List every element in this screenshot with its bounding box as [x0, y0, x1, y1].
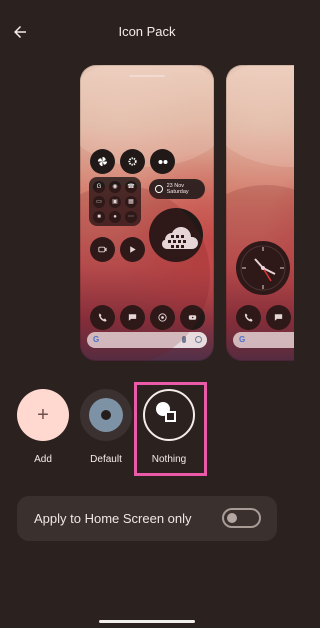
pack-add-label: Add: [34, 454, 52, 465]
date-widget: 23 Nov Saturday: [149, 179, 205, 199]
apply-home-only-toggle[interactable]: [222, 508, 261, 528]
plus-icon: +: [17, 389, 69, 441]
user-icon: ●: [109, 211, 121, 223]
tape-icon: [150, 149, 175, 174]
search-bar[interactable]: G: [87, 332, 207, 348]
clock-icon: [155, 185, 163, 193]
more-icon: ⋯: [125, 211, 137, 223]
search-bar[interactable]: G: [233, 332, 294, 348]
phone-icon: ☎: [125, 181, 137, 193]
home-indicator[interactable]: [99, 620, 195, 623]
selected-pack-highlight: [134, 382, 207, 476]
phone-app-icon: [236, 305, 261, 330]
gear-icon: [120, 149, 145, 174]
chat-app-icon: [266, 305, 291, 330]
toggle-knob: [227, 513, 237, 523]
phone-app-icon: [90, 305, 115, 330]
weather-widget: [149, 208, 203, 262]
page-title: Icon Pack: [118, 24, 176, 39]
date-label: 23 Nov Saturday: [166, 183, 189, 195]
pinwheel-icon: [90, 149, 115, 174]
apply-home-only-label: Apply to Home Screen only: [34, 511, 192, 526]
file-icon: ▭: [93, 196, 105, 208]
preview-handle: [129, 75, 165, 77]
google-icon: G: [239, 335, 246, 344]
top-bar: Icon Pack: [0, 0, 294, 62]
lock-icon: ▣: [109, 196, 121, 208]
second-preview-card[interactable]: G: [226, 65, 294, 361]
chat-app-icon: [120, 305, 145, 330]
box-icon: ■: [93, 211, 105, 223]
pack-default-button[interactable]: Default: [71, 382, 141, 478]
mic-icon: [182, 336, 186, 343]
cloud-icon: [162, 227, 198, 249]
google-icon: G: [93, 181, 105, 193]
icon-pack-preview-carousel[interactable]: G ◉ ☎ ▭ ▣ ▦ ■ ● ⋯ 23 Nov Saturday G G: [0, 62, 294, 364]
home-screen-preview-card[interactable]: G ◉ ☎ ▭ ▣ ▦ ■ ● ⋯ 23 Nov Saturday G: [80, 65, 214, 361]
apply-home-only-setting[interactable]: Apply to Home Screen only: [17, 496, 277, 541]
dot-icon: [80, 389, 132, 441]
google-icon: G: [93, 335, 100, 344]
chrome-app-icon: [150, 305, 175, 330]
camera-icon: [90, 237, 115, 262]
youtube-app-icon: [180, 305, 205, 330]
mini-app-grid: G ◉ ☎ ▭ ▣ ▦ ■ ● ⋯: [89, 177, 141, 226]
play-store-icon: [120, 237, 145, 262]
analog-clock-widget: [236, 241, 290, 295]
broadcast-icon: ◉: [109, 181, 121, 193]
pack-default-label: Default: [90, 454, 122, 465]
grid-icon: ▦: [125, 196, 137, 208]
lens-icon: [195, 336, 202, 343]
pack-add-button[interactable]: + Add: [8, 382, 78, 478]
